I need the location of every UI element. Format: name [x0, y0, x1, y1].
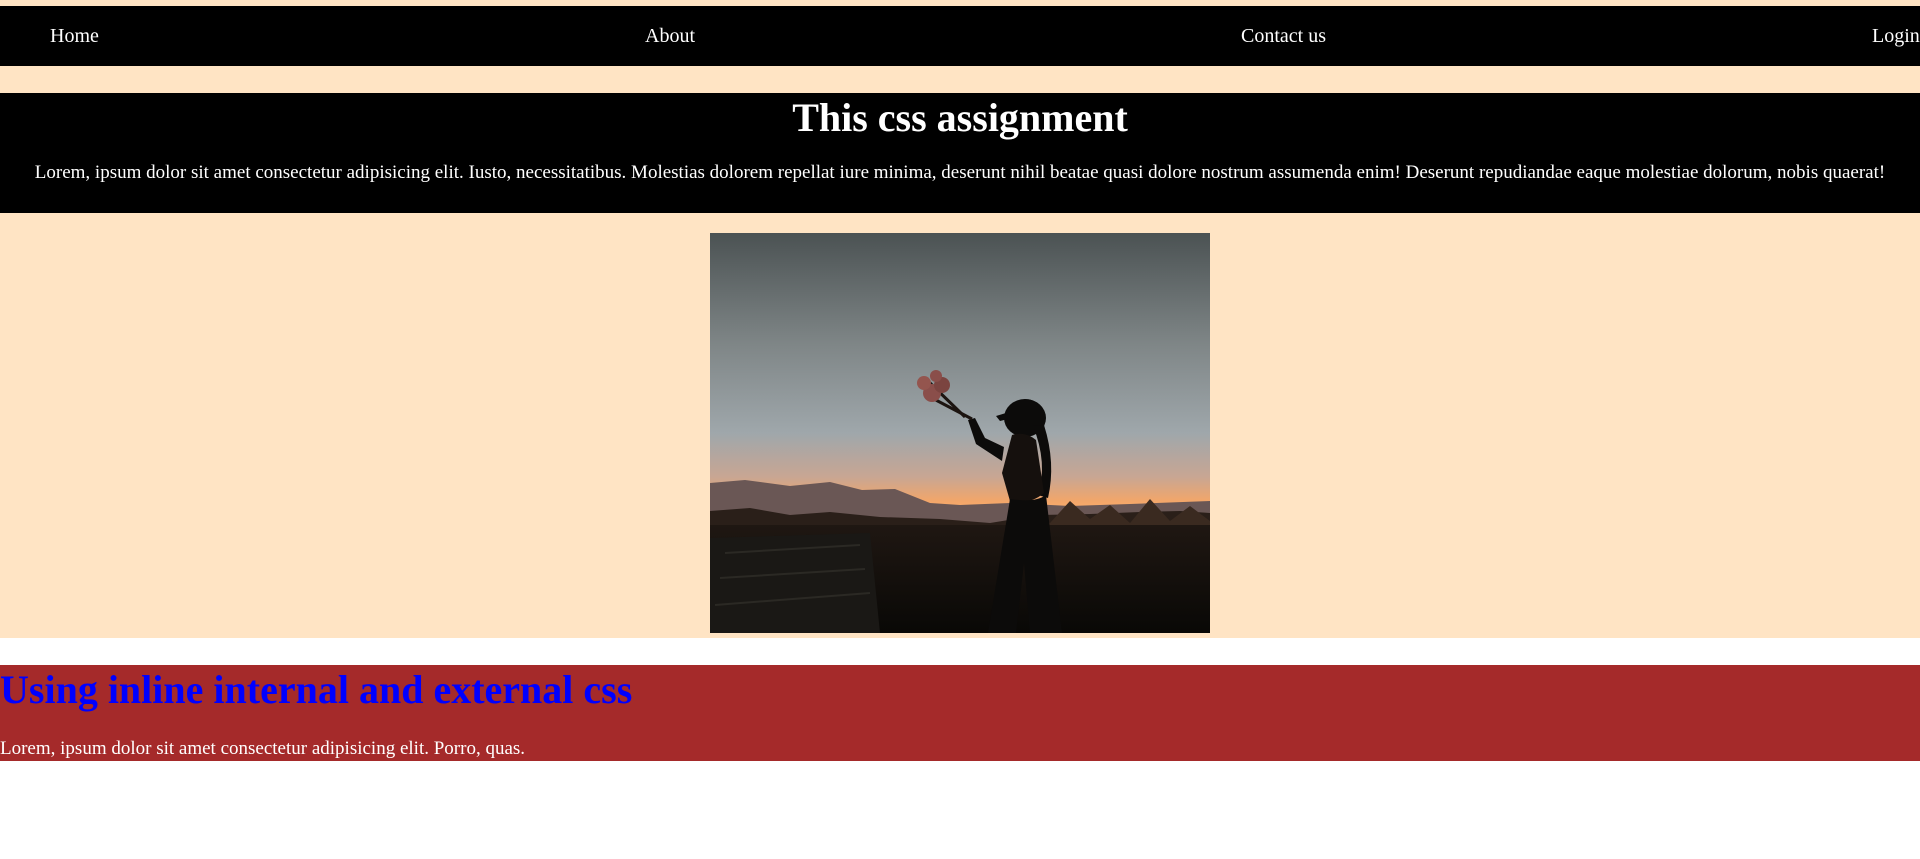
nav-link-home[interactable]: Home — [50, 6, 99, 66]
navbar: Home About Contact us Login — [0, 6, 1920, 66]
section-title: Using inline internal and external css — [0, 667, 633, 712]
nav-link-login[interactable]: Login — [1872, 6, 1920, 66]
nav-link-about[interactable]: About — [645, 6, 695, 66]
page-content-area: Home About Contact us Login This css ass… — [0, 0, 1920, 638]
hero-description: Lorem, ipsum dolor sit amet consectetur … — [34, 162, 1886, 183]
nav-link-contact[interactable]: Contact us — [1241, 6, 1326, 66]
hero-banner: This css assignment Lorem, ipsum dolor s… — [0, 93, 1920, 213]
content-section: Using inline internal and external css L… — [0, 665, 1920, 761]
section-description: Lorem, ipsum dolor sit amet consectetur … — [0, 738, 526, 759]
hero-title: This css assignment — [792, 95, 1128, 140]
sunset-silhouette-photo — [710, 233, 1210, 633]
